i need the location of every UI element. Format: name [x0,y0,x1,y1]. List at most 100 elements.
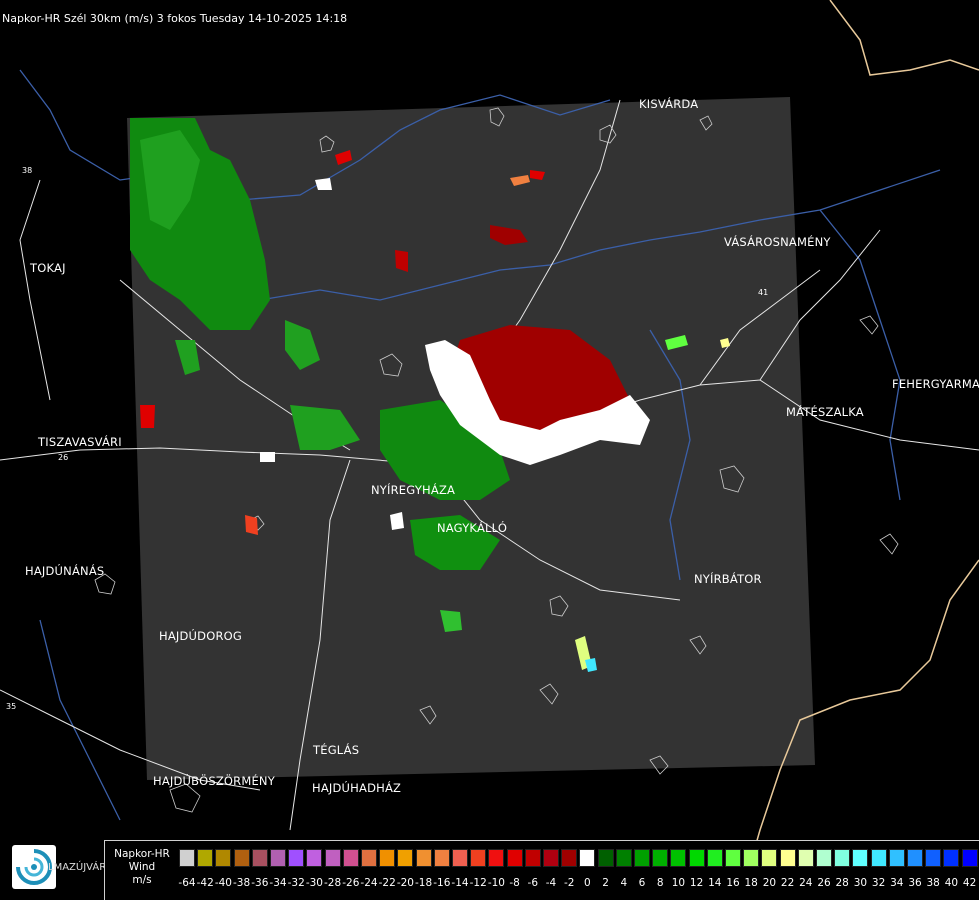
legend-swatch [543,849,559,867]
legend-tick-label: -4 [545,877,557,889]
legend-tick-label: 8 [656,877,664,889]
legend-swatch [197,849,214,867]
legend-tick-label: -16 [433,877,451,889]
city-label-mateszalka: MÁTÉSZALKA [786,405,864,419]
legend-tick-label: 22 [780,877,795,889]
legend-swatch [652,849,669,867]
legend-title: Napkor-HR Wind m/s [107,848,177,887]
legend-tick-label: 6 [638,877,646,889]
city-label-hajdudorog: HAJDÚDOROG [159,629,243,643]
legend-tick-label: 36 [908,877,922,889]
legend-tick-label: -2 [563,877,575,889]
legend-tick-label: 10 [671,877,686,889]
legend-swatch [797,849,814,867]
legend-swatch [961,849,978,867]
legend-tick-label: 18 [744,877,758,889]
legend-swatch [907,849,923,867]
legend-swatch [743,849,760,867]
legend-tick-label: 24 [799,877,813,889]
legend-swatch [761,849,778,867]
road-number: 35 [6,702,17,711]
legend-tick-label: -30 [305,877,323,889]
legend-swatch [615,849,632,867]
city-label-tokaj: TOKAJ [30,261,66,275]
legend-swatch [488,849,505,867]
legend-tick-label: 40 [944,877,959,889]
legend-swatch [561,849,578,867]
legend-tick-label: 28 [835,877,849,889]
legend-swatch [215,849,232,867]
legend-tick-label: 30 [853,877,868,889]
legend-tick-label: 2 [602,877,609,889]
legend-tick-label: 4 [620,877,628,889]
legend-swatch [361,849,377,867]
city-label-nyirbator: NYÍRBÁTOR [694,572,762,586]
legend-swatch [433,849,450,867]
city-label-tiszavasvari: TISZAVASVÁRI [38,435,122,449]
legend-swatch [816,849,832,867]
legend-tick-label: -20 [396,877,414,889]
city-label-hajduboszormeny: HAJDÚBÖSZÖRMÉNY [153,774,275,788]
legend-swatch [397,849,414,867]
legend-tick-label: -38 [233,877,251,889]
legend-tick-label: -6 [527,877,539,889]
city-label-kisvarda: KISVÁRDA [639,97,699,111]
legend-swatch [925,849,942,867]
legend-line-source: Napkor-HR [114,848,170,860]
legend-tick-label: -12 [469,877,487,889]
legend-tick-label: -34 [269,877,287,889]
legend-tick-label: 16 [726,877,740,889]
road-number: 26 [58,453,69,462]
legend-tick-label: -40 [214,877,232,889]
legend-swatch [597,849,614,867]
legend-tick-label: 38 [926,877,940,889]
legend-swatch [452,849,468,867]
map-title: Napkor-HR Szél 30km (m/s) 3 fokos Tuesda… [2,12,348,25]
legend-swatch [306,849,323,867]
legend-tick-label: 12 [689,877,704,889]
legend-tick-label: -32 [287,877,305,889]
legend-swatch [524,849,541,867]
legend-tick-label: 34 [890,877,904,889]
legend-tick-label: -36 [251,877,269,889]
legend-tick-label: -18 [415,877,433,889]
city-label-nagykallo: NAGYKÁLLÓ [437,521,508,535]
legend-swatch [634,849,650,867]
legend-tick-label: 42 [962,877,977,889]
city-label-hajduhadhaz: HAJDÚHADHÁZ [312,781,402,795]
legend-tick-label: -8 [509,877,520,889]
radar-map-view: Napkor-HR Szél 30km (m/s) 3 fokos Tuesda… [0,0,979,900]
legend-line-unit: m/s [132,874,152,886]
logo-text: LMAZÚJVÁR [48,862,107,873]
city-label-vasarosnameny: VÁSÁROSNAMÉNY [724,235,831,249]
legend-swatch [506,849,523,867]
road-number: 41 [758,288,769,297]
city-label-teglas: TÉGLÁS [313,743,360,757]
color-legend: Napkor-HR Wind m/s -64 -42 -40 -38 -36 -34 -32… [104,840,979,900]
legend-tick-label: -28 [324,877,342,889]
legend-tick-label: -64 [178,877,196,889]
legend-swatch [834,849,851,867]
legend-tick-label: -10 [487,877,505,889]
legend-tick-label: 14 [708,877,722,889]
road-number: 38 [22,166,33,175]
legend-swatch [270,849,286,867]
legend-swatch [706,849,723,867]
city-label-hajdunanas: HAJDÚNÁNÁS [25,564,105,578]
legend-swatch [324,849,341,867]
map-canvas [0,0,979,900]
legend-tick-label: -22 [378,877,396,889]
legend-swatch [670,849,687,867]
legend-swatch [943,849,960,867]
legend-tick-label: -14 [451,877,469,889]
legend-tick-label: 0 [584,877,591,889]
legend-swatch [251,849,268,867]
legend-swatch [725,849,741,867]
legend-tick-label: 32 [871,877,886,889]
legend-swatch [870,849,887,867]
legend-swatch [688,849,705,867]
city-label-nyiregyhaza: NYÍREGYHÁZA [371,483,456,497]
legend-tick-label: -24 [360,877,378,889]
legend-swatch [233,849,250,867]
legend-swatch [342,849,359,867]
